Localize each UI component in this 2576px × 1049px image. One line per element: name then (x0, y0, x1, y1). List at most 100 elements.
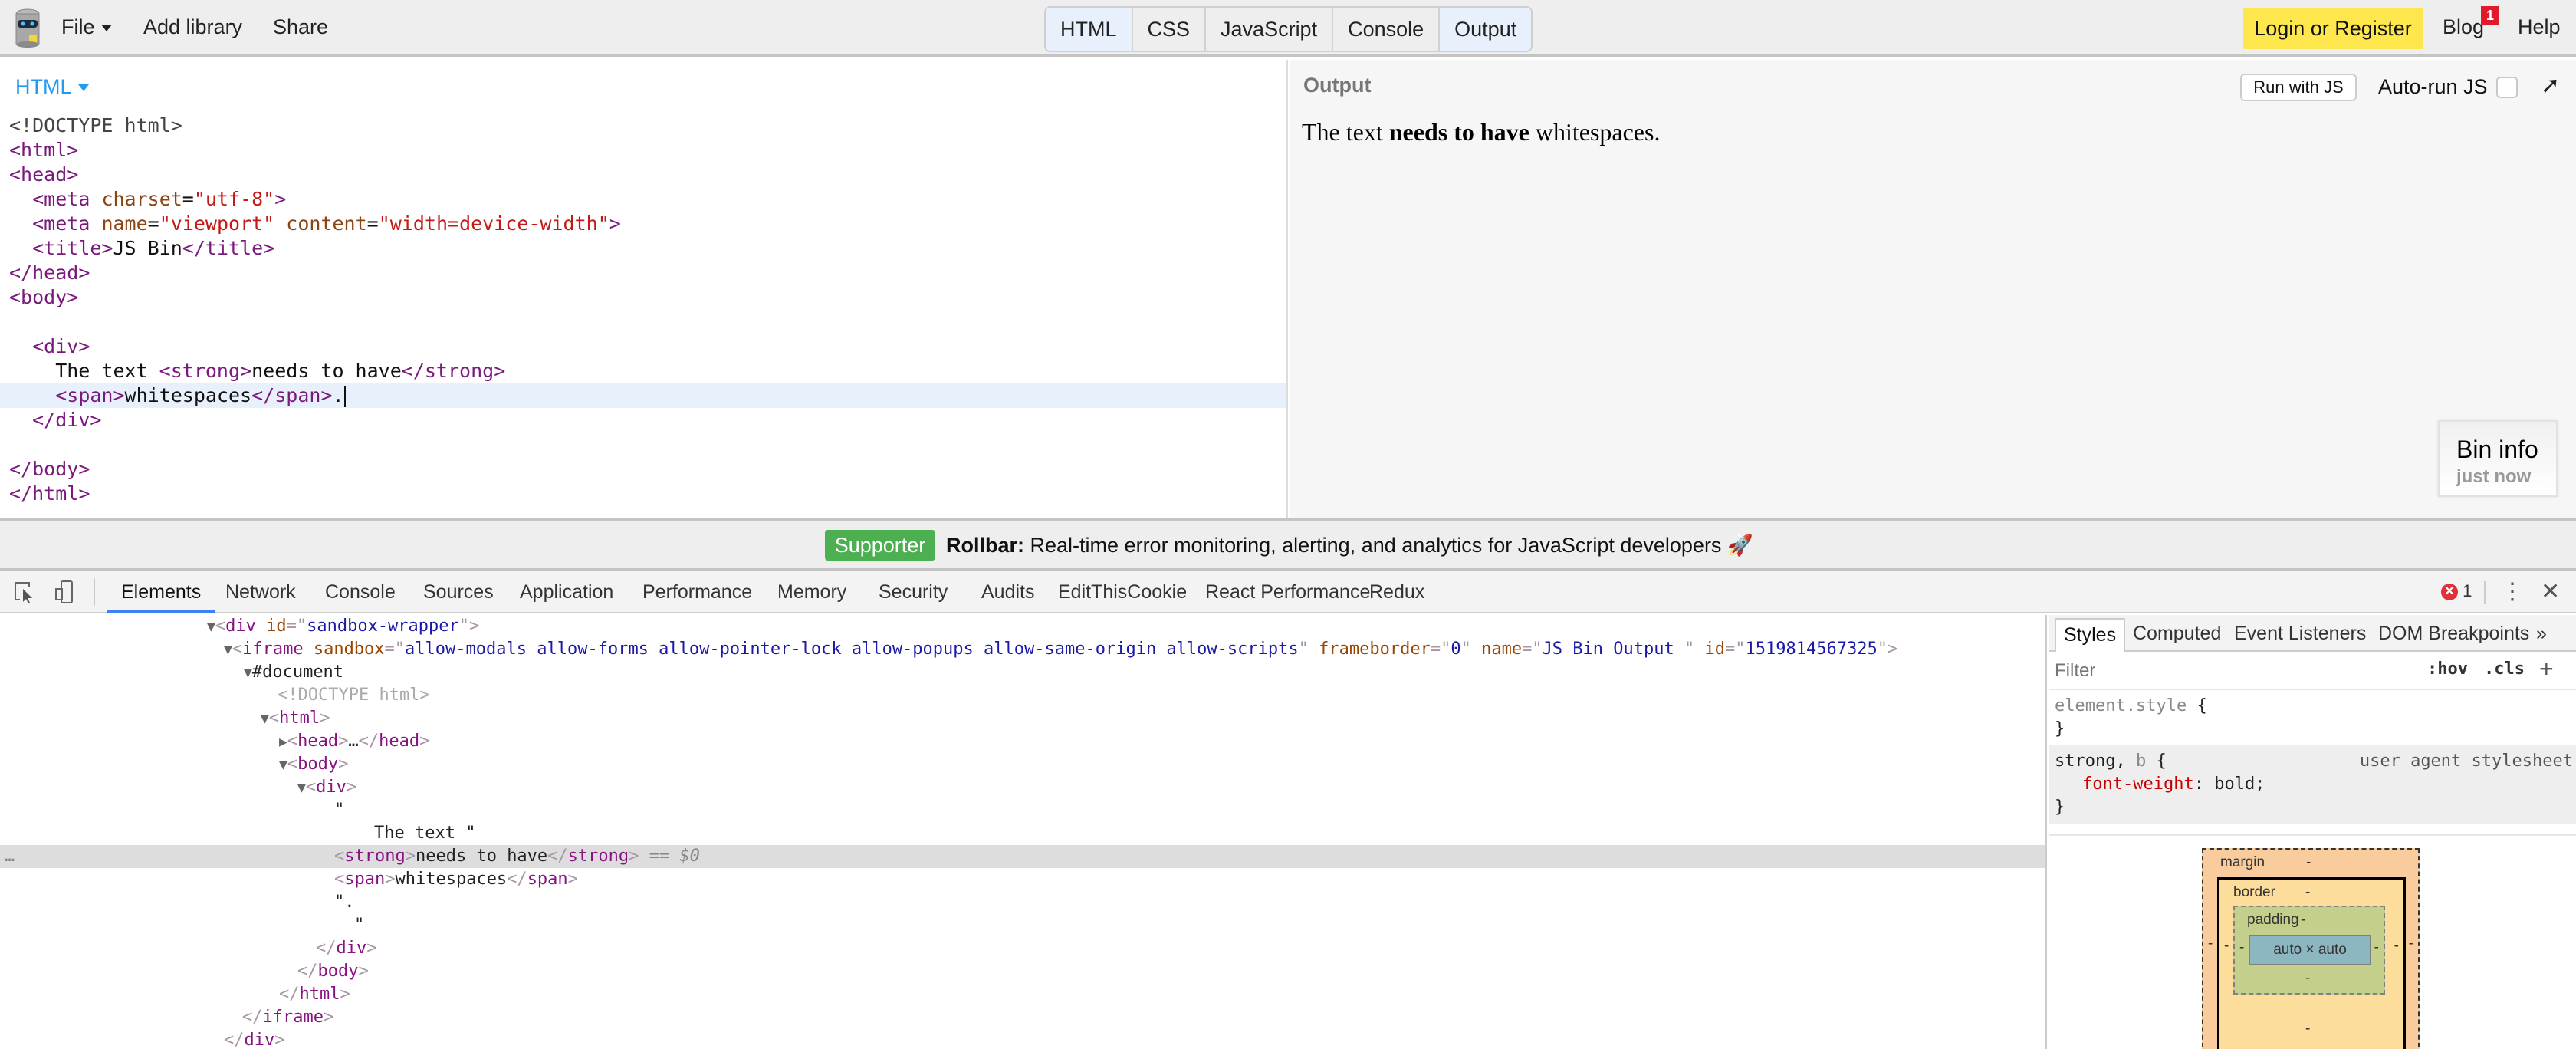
tab-css[interactable]: CSS (1133, 8, 1207, 51)
text-node[interactable]: " (0, 914, 2045, 937)
dom-node[interactable]: ▼<div id="sandbox-wrapper"> (0, 615, 2045, 638)
devtools-tab-console[interactable]: Console (311, 571, 409, 613)
user-agent-rule[interactable]: strong, b { user agent stylesheet font-w… (2049, 745, 2576, 824)
tab-html[interactable]: HTML (1046, 8, 1133, 51)
jsbin-logo-icon[interactable] (14, 8, 41, 48)
devtools-tab-sources[interactable]: Sources (409, 571, 508, 613)
code-line[interactable] (0, 310, 1286, 334)
dom-node[interactable]: <!DOCTYPE html> (0, 684, 2045, 707)
divider (94, 578, 95, 606)
tab-output[interactable]: Output (1440, 8, 1532, 51)
divider (2484, 581, 2486, 604)
styles-filter-input[interactable] (2055, 658, 2377, 684)
code-line[interactable]: </head> (0, 261, 1286, 285)
devtools-tab-elements[interactable]: Elements (107, 571, 215, 613)
dom-node[interactable]: <span>whitespaces</span> (0, 868, 2045, 891)
code-line[interactable]: <title>JS Bin</title> (0, 236, 1286, 261)
bin-info-button[interactable]: Bin info just now (2438, 420, 2558, 497)
tab-dom-breakpoints[interactable]: DOM Breakpoints (2371, 618, 2537, 652)
devtools-tab-editthiscookie[interactable]: EditThisCookie (1044, 571, 1201, 613)
dom-node-close[interactable]: </body> (0, 960, 2045, 983)
editor-language-dropdown[interactable]: HTML (15, 75, 89, 99)
run-with-js-button[interactable]: Run with JS (2240, 74, 2357, 101)
text-node[interactable]: The text " (0, 822, 2045, 845)
dom-node[interactable]: ▼#document (0, 661, 2045, 684)
code-line[interactable]: </html> (0, 482, 1286, 506)
text-node[interactable]: " (0, 799, 2045, 822)
bin-info-timestamp: just now (2456, 466, 2532, 487)
code-line[interactable]: The text <strong>needs to have</strong> (0, 359, 1286, 383)
code-line[interactable]: <!DOCTYPE html> (0, 113, 1286, 138)
blog-link[interactable]: Blog (2443, 15, 2484, 39)
output-panel: Output Run with JS Auto-run JS ➚ The tex… (1290, 60, 2576, 518)
devtools-tab-performance[interactable]: Performance (629, 571, 766, 613)
collapsed-triangle-icon[interactable]: ▶ (279, 734, 288, 750)
dom-node[interactable]: ▼<body> (0, 753, 2045, 776)
code-line[interactable]: <html> (0, 138, 1286, 163)
devtools-tab-audits[interactable]: Audits (968, 571, 1048, 613)
dom-node-close[interactable]: </iframe> (0, 1006, 2045, 1029)
help-link[interactable]: Help (2518, 15, 2561, 39)
file-menu[interactable]: File (61, 15, 112, 39)
devtools-tab-network[interactable]: Network (212, 571, 310, 613)
code-line[interactable]: <span>whitespaces</span>. (0, 383, 1286, 408)
inspect-element-icon[interactable] (12, 580, 35, 604)
class-toggle[interactable]: .cls (2484, 659, 2525, 679)
code-line[interactable] (0, 432, 1286, 457)
dom-node[interactable]: ▶<head>…</head> (0, 730, 2045, 753)
code-line[interactable]: <meta charset="utf-8"> (0, 187, 1286, 212)
styles-sidebar: Styles Computed Event Listeners DOM Brea… (2049, 615, 2576, 1049)
login-register-button[interactable]: Login or Register (2243, 8, 2423, 49)
expanded-triangle-icon[interactable]: ▼ (279, 757, 288, 773)
box-model-content[interactable]: auto × auto (2249, 935, 2371, 965)
dom-node[interactable]: ▼<iframe sandbox="allow-modals allow-for… (0, 638, 2045, 661)
expanded-triangle-icon[interactable]: ▼ (244, 665, 252, 681)
more-actions-icon[interactable]: … (5, 845, 15, 868)
code-line[interactable]: <div> (0, 334, 1286, 359)
expanded-triangle-icon[interactable]: ▼ (207, 619, 215, 635)
text-node[interactable]: ". (0, 891, 2045, 914)
dom-node[interactable]: ▼<div> (0, 776, 2045, 799)
devtools-tab-redux[interactable]: Redux (1355, 571, 1438, 613)
dom-node-close[interactable]: </html> (0, 983, 2045, 1006)
top-bar: File Add library Share HTML CSS JavaScri… (0, 0, 2576, 57)
code-line[interactable]: <head> (0, 163, 1286, 187)
code-line[interactable]: </div> (0, 408, 1286, 432)
code-editor[interactable]: <!DOCTYPE html> <html> <head> <meta charse… (0, 113, 1286, 506)
share-menu[interactable]: Share (273, 15, 328, 39)
add-library-menu[interactable]: Add library (143, 15, 242, 39)
dom-node[interactable]: ▼<html> (0, 707, 2045, 730)
expanded-triangle-icon[interactable]: ▼ (224, 642, 232, 658)
code-line[interactable]: <body> (0, 285, 1286, 310)
tab-event-listeners[interactable]: Event Listeners (2226, 618, 2374, 652)
box-model-margin[interactable]: margin - - - border - - - - padding - - … (2202, 848, 2420, 1049)
error-counter[interactable]: ✕ 1 (2441, 581, 2472, 601)
hover-state-toggle[interactable]: :hov (2427, 659, 2468, 679)
tab-styles[interactable]: Styles (2055, 618, 2126, 652)
box-model-border[interactable]: border - - - - padding - - - - auto × au… (2217, 877, 2406, 1049)
box-model-padding[interactable]: padding - - - - auto × auto (2233, 906, 2385, 995)
expanded-triangle-icon[interactable]: ▼ (297, 780, 306, 796)
code-line[interactable]: </body> (0, 457, 1286, 482)
dom-node-close[interactable]: </div> (0, 937, 2045, 960)
code-line[interactable]: <meta name="viewport" content="width=dev… (0, 212, 1286, 236)
devtools-tab-memory[interactable]: Memory (764, 571, 860, 613)
tab-javascript[interactable]: JavaScript (1206, 8, 1334, 51)
elements-dom-tree[interactable]: ▼<div id="sandbox-wrapper"> ▼<iframe san… (0, 615, 2047, 1049)
tab-computed[interactable]: Computed (2125, 618, 2229, 652)
more-tabs-icon[interactable]: » (2528, 618, 2555, 652)
expanded-triangle-icon[interactable]: ▼ (261, 711, 269, 727)
sponsor-link[interactable]: Rollbar: Real-time error monitoring, ale… (946, 533, 1753, 557)
more-options-icon[interactable]: ⋮ (2501, 578, 2524, 605)
popout-arrow-icon[interactable]: ➚ (2541, 72, 2560, 99)
devtools-tab-application[interactable]: Application (506, 571, 627, 613)
element-style-rule[interactable]: element.style { } (2049, 690, 2576, 745)
autorun-js-checkbox[interactable] (2496, 77, 2518, 98)
close-icon[interactable]: ✕ (2541, 578, 2560, 605)
device-toolbar-icon[interactable] (54, 580, 77, 604)
tab-console[interactable]: Console (1333, 8, 1441, 51)
dom-node-selected[interactable]: … <strong>needs to have</strong> == $0 (0, 845, 2045, 868)
add-rule-icon[interactable]: + (2539, 655, 2554, 683)
devtools-tab-security[interactable]: Security (865, 571, 961, 613)
dom-node-close[interactable]: </div> (0, 1029, 2045, 1049)
